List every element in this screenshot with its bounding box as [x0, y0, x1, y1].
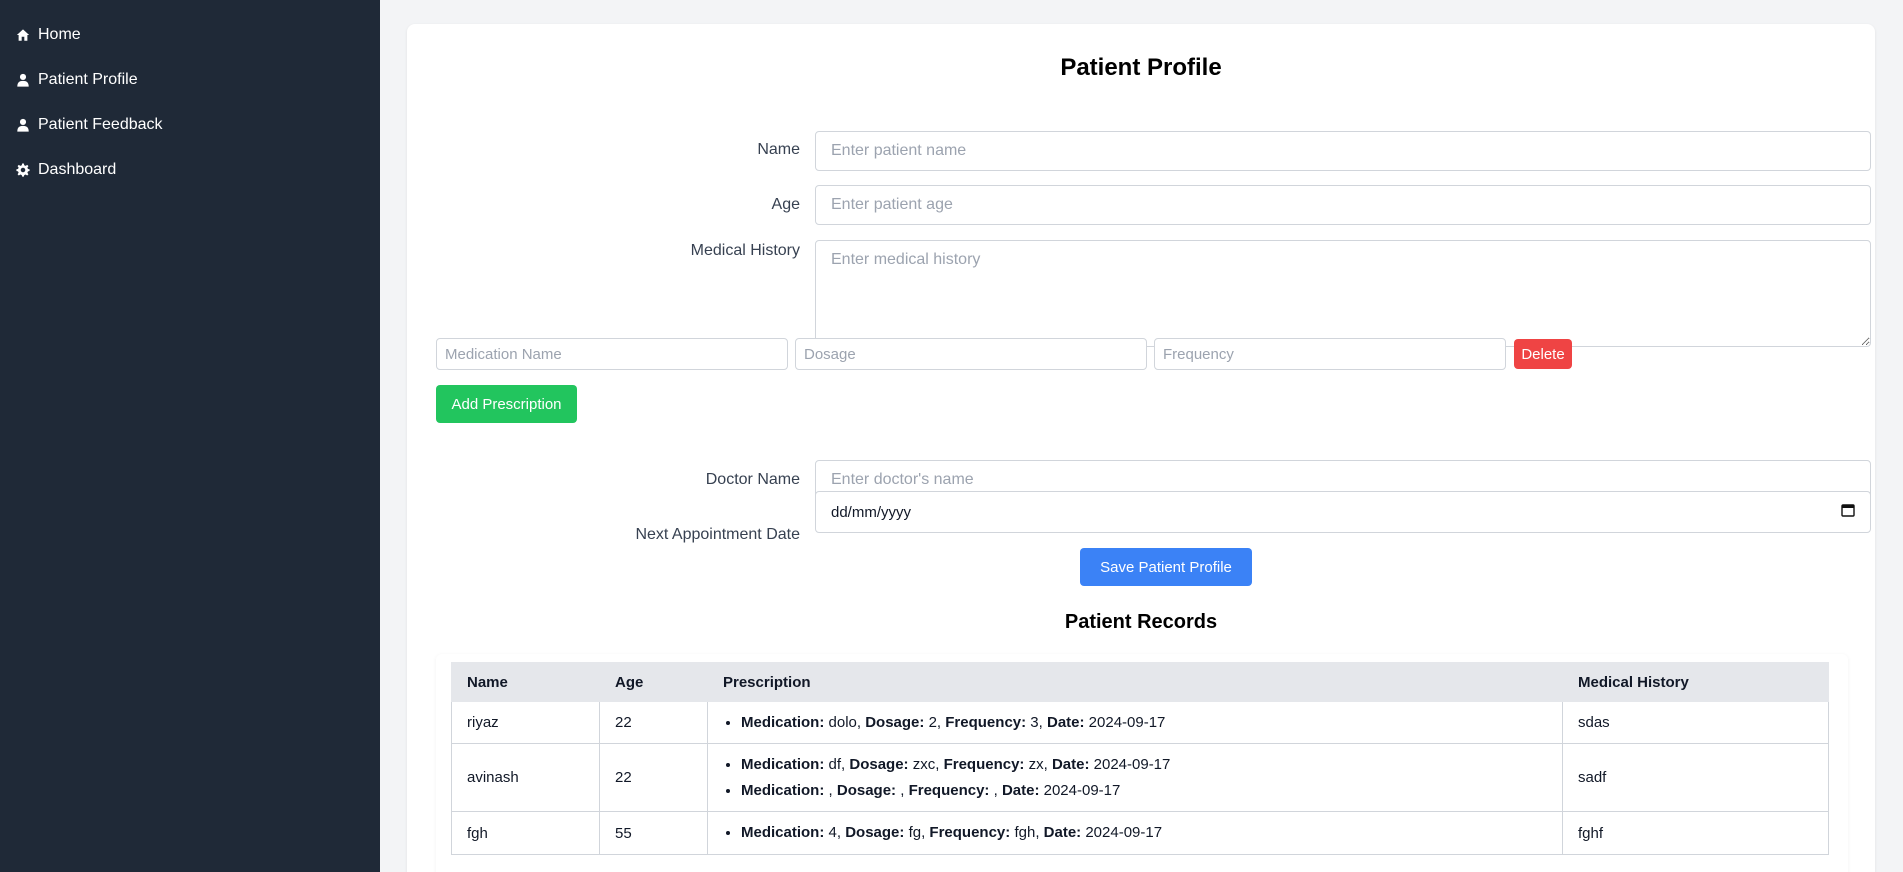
cell-age: 55 — [599, 811, 708, 855]
prescription-item: Medication: , Dosage: , Frequency: , Dat… — [741, 778, 1547, 804]
table-body: riyaz22 Medication: dolo, Dosage: 2, Freq… — [451, 701, 1829, 855]
cell-age: 22 — [599, 701, 708, 744]
delete-prescription-button[interactable]: Delete — [1514, 339, 1572, 369]
prescription-list: Medication: dolo, Dosage: 2, Frequency: … — [723, 710, 1547, 736]
user-icon — [15, 117, 30, 132]
sidebar-item-patient-profile[interactable]: Patient Profile — [0, 57, 380, 102]
doctor-name-label: Doctor Name — [705, 471, 800, 488]
field-label-dosage: Dosage: — [836, 781, 897, 799]
field-value-date: 2024-09-17 — [1043, 781, 1121, 799]
date-value: dd/mm/yyyy — [831, 503, 912, 521]
field-label-dosage: Dosage: — [849, 755, 909, 773]
field-value-frequency: zx — [1028, 755, 1044, 773]
medication-name-input[interactable] — [436, 338, 788, 370]
age-input[interactable] — [815, 185, 1871, 225]
table-row: avinash22 Medication: df, Dosage: zxc, Fr… — [451, 743, 1829, 812]
cell-medical-history: sdas — [1562, 701, 1829, 744]
table-row: fgh55Medication: 4, Dosage: fg, Frequenc… — [451, 811, 1829, 855]
name-input[interactable] — [815, 131, 1871, 171]
field-label-frequency: Frequency: — [929, 824, 1011, 841]
field-value-dosage: fg — [908, 824, 922, 841]
field-value-medication: 4 — [828, 824, 837, 841]
table-header-row: Name Age Prescription Medical History — [451, 662, 1829, 702]
cell-prescription: Medication: df, Dosage: zxc, Frequency: … — [707, 743, 1563, 812]
main-content: Patient Profile Name Age Medical History… — [380, 0, 1903, 872]
next-appointment-label: Next Appointment Date — [635, 526, 800, 543]
field-label-frequency: Frequency: — [908, 781, 990, 799]
sidebar: Home Patient Profile Patient Feedback Da… — [0, 0, 380, 872]
prescription-item: Medication: dolo, Dosage: 2, Frequency: … — [741, 710, 1547, 736]
save-patient-profile-button[interactable]: Save Patient Profile — [1080, 548, 1252, 586]
cell-name: riyaz — [451, 701, 600, 744]
field-value-dosage: zxc — [912, 755, 936, 773]
cell-medical-history: sadf — [1562, 743, 1829, 812]
dosage-input[interactable] — [795, 338, 1147, 370]
field-label-medication: Medication: — [741, 755, 825, 773]
cell-prescription: Medication: dolo, Dosage: 2, Frequency: … — [707, 701, 1563, 744]
gear-icon — [15, 162, 30, 177]
cell-name: avinash — [451, 743, 600, 812]
field-label-medication: Medication: — [741, 713, 825, 731]
field-label-dosage: Dosage: — [865, 713, 925, 731]
field-value-frequency: fgh — [1014, 824, 1036, 841]
field-label-medication: Medication: — [741, 824, 825, 841]
patient-profile-card: Patient Profile Name Age Medical History… — [407, 24, 1875, 872]
field-label-date: Date: — [1001, 781, 1040, 799]
user-icon — [15, 72, 30, 87]
sidebar-item-dashboard[interactable]: Dashboard — [0, 147, 380, 192]
cell-age: 22 — [599, 743, 708, 812]
frequency-input[interactable] — [1154, 338, 1506, 370]
prescription-item: Medication: df, Dosage: zxc, Frequency: … — [741, 752, 1547, 778]
prescription-list: Medication: df, Dosage: zxc, Frequency: … — [723, 752, 1547, 804]
sidebar-item-patient-feedback[interactable]: Patient Feedback — [0, 102, 380, 147]
field-value-frequency: 3 — [1030, 713, 1039, 731]
sidebar-item-label: Patient Feedback — [38, 115, 163, 133]
field-label-frequency: Frequency: — [945, 713, 1027, 731]
column-header-name: Name — [451, 662, 600, 702]
age-label: Age — [771, 196, 800, 213]
medical-history-label: Medical History — [690, 242, 800, 259]
next-appointment-date-input[interactable]: dd/mm/yyyy — [815, 491, 1871, 533]
field-value-medication: df — [828, 755, 842, 773]
add-prescription-button[interactable]: Add Prescription — [436, 385, 577, 423]
home-icon — [15, 27, 30, 42]
column-header-medical-history: Medical History — [1562, 662, 1829, 702]
column-header-prescription: Prescription — [707, 662, 1563, 702]
field-label-date: Date: — [1043, 824, 1082, 841]
cell-medical-history: fghf — [1562, 811, 1829, 855]
medical-history-input[interactable] — [815, 240, 1871, 347]
field-value-date: 2024-09-17 — [1085, 824, 1163, 841]
cell-name: fgh — [451, 811, 600, 855]
calendar-icon[interactable] — [1841, 503, 1855, 521]
field-value-dosage: 2 — [928, 713, 937, 731]
sidebar-item-home[interactable]: Home — [0, 12, 380, 57]
field-label-dosage: Dosage: — [845, 824, 905, 841]
column-header-age: Age — [599, 662, 708, 702]
field-label-date: Date: — [1051, 755, 1090, 773]
table-row: riyaz22 Medication: dolo, Dosage: 2, Freq… — [451, 701, 1829, 744]
patient-records-table: Name Age Prescription Medical History ri… — [451, 662, 1829, 855]
field-label-date: Date: — [1046, 713, 1085, 731]
field-value-date: 2024-09-17 — [1093, 755, 1171, 773]
prescription-item: Medication: 4, Dosage: fg, Frequency: fg… — [741, 820, 1547, 846]
field-label-frequency: Frequency: — [943, 755, 1025, 773]
page-title: Patient Profile — [1060, 54, 1222, 81]
sidebar-item-label: Dashboard — [38, 160, 117, 178]
patient-records-title: Patient Records — [1064, 611, 1218, 633]
field-label-medication: Medication: — [741, 781, 825, 799]
field-value-medication: dolo — [828, 713, 857, 731]
sidebar-item-label: Patient Profile — [38, 70, 138, 88]
name-label: Name — [757, 141, 800, 158]
sidebar-item-label: Home — [38, 25, 81, 43]
field-value-date: 2024-09-17 — [1088, 713, 1166, 731]
cell-prescription: Medication: 4, Dosage: fg, Frequency: fg… — [707, 811, 1563, 855]
prescription-list: Medication: 4, Dosage: fg, Frequency: fg… — [723, 820, 1547, 846]
patient-records-table-container: Name Age Prescription Medical History ri… — [436, 654, 1848, 872]
